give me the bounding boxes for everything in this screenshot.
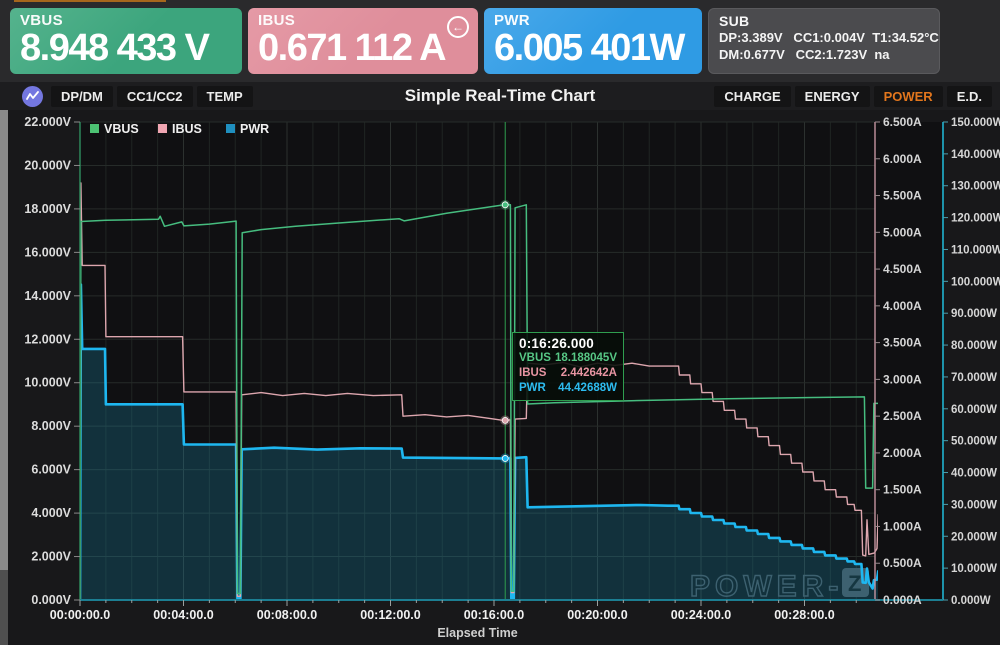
top-accent-line (14, 0, 166, 2)
x-axis-tick-label: 00:04:00.0 (153, 608, 214, 622)
x-axis-tick-label: 00:16:00.0 (464, 608, 525, 622)
w-axis-tick-label: 80.000W (951, 340, 997, 352)
cursor-marker-dot (502, 417, 508, 423)
tooltip-row-ibus: IBUS2.442642A (519, 366, 617, 381)
v-axis-tick-label: 0.000V (31, 593, 71, 607)
pwr-card-value: 6.005 401W (494, 29, 692, 69)
w-axis-tick-label: 130.000W (951, 181, 1000, 193)
w-axis-tick-label: 90.000W (951, 308, 997, 320)
ibus-card-label: IBUS (258, 12, 468, 29)
w-axis-tick-label: 100.000W (951, 276, 1000, 288)
v-axis-tick-label: 22.000V (24, 115, 71, 129)
a-axis-tick-label: 0.500A (883, 556, 922, 570)
cursor-marker-dot (502, 202, 508, 208)
chart-area[interactable]: POWER-Z0.000V2.000V4.000V6.000V8.000V10.… (0, 110, 1000, 645)
tooltip-row-vbus: VBUS18.188045V (519, 351, 617, 366)
a-axis-tick-label: 2.000A (883, 446, 922, 460)
tooltip-rows: VBUS18.188045VIBUS2.442642APWR44.42688W (519, 351, 617, 396)
x-axis-tick-label: 00:12:00.0 (360, 608, 421, 622)
a-axis-tick-label: 6.500A (883, 115, 922, 129)
a-axis-tick-label: 0.000A (883, 593, 922, 607)
a-axis-tick-label: 5.000A (883, 225, 922, 239)
v-axis-tick-label: 2.000V (31, 550, 71, 564)
w-axis-tick-label: 120.000W (951, 213, 1000, 225)
tab-energy[interactable]: ENERGY (795, 86, 870, 107)
w-axis-tick-label: 150.000W (951, 117, 1000, 129)
w-axis-tick-label: 140.000W (951, 149, 1000, 161)
tab-temp[interactable]: TEMP (197, 86, 253, 107)
legend-swatch-pwr (226, 124, 235, 133)
w-axis-tick-label: 70.000W (951, 372, 997, 384)
ibus-card: IBUS 0.671 112 A ← (248, 8, 478, 74)
a-axis-tick-label: 5.500A (883, 189, 922, 203)
chart-title: Simple Real-Time Chart (405, 86, 596, 106)
legend-label-pwr[interactable]: PWR (240, 122, 269, 136)
v-axis-tick-label: 6.000V (31, 463, 71, 477)
power-z-app-window: VBUS 8.948 433 V IBUS 0.671 112 A ← PWR … (0, 0, 1000, 645)
v-axis-tick-label: 16.000V (24, 245, 71, 259)
a-axis-tick-label: 4.000A (883, 299, 922, 313)
w-axis-tick-label: 0.000W (951, 595, 991, 607)
v-axis-tick-label: 8.000V (31, 419, 71, 433)
tab-dpdm[interactable]: DP/DM (51, 86, 113, 107)
a-axis-tick-label: 1.500A (883, 483, 922, 497)
a-axis-tick-label: 1.000A (883, 519, 922, 533)
w-axis-tick-label: 20.000W (951, 531, 997, 543)
a-axis-tick-label: 2.500A (883, 409, 922, 423)
chart-toolbar: DP/DMCC1/CC2TEMP Simple Real-Time Chart … (0, 82, 1000, 110)
tooltip-row-pwr: PWR44.42688W (519, 381, 617, 396)
v-axis-tick-label: 20.000V (24, 158, 71, 172)
sub-line-1: DP:3.389V CC1:0.004V T1:34.52°C (719, 29, 929, 46)
chart-app-icon[interactable] (22, 86, 43, 107)
a-axis-tick-label: 3.500A (883, 336, 922, 350)
w-axis-tick-label: 50.000W (951, 436, 997, 448)
legend-label-ibus[interactable]: IBUS (172, 122, 202, 136)
legend-swatch-vbus (90, 124, 99, 133)
a-axis-tick-label: 6.000A (883, 152, 922, 166)
x-axis-tick-label: 00:08:00.0 (257, 608, 318, 622)
tab-cc1cc2[interactable]: CC1/CC2 (117, 86, 193, 107)
pwr-card: PWR 6.005 401W (484, 8, 702, 74)
tab-charge[interactable]: CHARGE (714, 86, 790, 107)
x-axis-title: Elapsed Time (437, 626, 517, 640)
sub-line-2: DM:0.677V CC2:1.723V na (719, 46, 929, 63)
v-axis-tick-label: 14.000V (24, 289, 71, 303)
w-axis-tick-label: 110.000W (951, 244, 1000, 256)
a-axis-tick-label: 3.000A (883, 372, 922, 386)
legend-label-vbus[interactable]: VBUS (104, 122, 139, 136)
tab-power[interactable]: POWER (874, 86, 943, 107)
tab-ed[interactable]: E.D. (947, 86, 992, 107)
vbus-card: VBUS 8.948 433 V (10, 8, 242, 74)
sub-card-label: SUB (719, 13, 929, 29)
pwr-card-label: PWR (494, 12, 692, 29)
top-value-bar: VBUS 8.948 433 V IBUS 0.671 112 A ← PWR … (0, 0, 1000, 82)
vbus-card-label: VBUS (20, 12, 232, 29)
w-axis-tick-label: 40.000W (951, 468, 997, 480)
x-axis-tick-label: 00:20:00.0 (567, 608, 628, 622)
mini-chart-glyph (26, 90, 39, 103)
x-axis-tick-label: 00:28:00.0 (774, 608, 835, 622)
sub-card: SUB DP:3.389V CC1:0.004V T1:34.52°C DM:0… (708, 8, 940, 74)
back-arrow-icon[interactable]: ← (447, 16, 469, 38)
realtime-chart-plot[interactable]: POWER-Z0.000V2.000V4.000V6.000V8.000V10.… (0, 110, 1000, 645)
x-axis-tick-label: 00:24:00.0 (671, 608, 732, 622)
ibus-card-value: 0.671 112 A (258, 29, 468, 69)
toolbar-left-buttons: DP/DMCC1/CC2TEMP (51, 86, 253, 107)
v-axis-tick-label: 18.000V (24, 202, 71, 216)
tooltip-time: 0:16:26.000 (519, 336, 617, 351)
chart-tooltip: 0:16:26.000 VBUS18.188045VIBUS2.442642AP… (512, 332, 624, 401)
v-axis-tick-label: 4.000V (31, 506, 71, 520)
v-axis-tick-label: 12.000V (24, 332, 71, 346)
w-axis-tick-label: 60.000W (951, 404, 997, 416)
w-axis-tick-label: 30.000W (951, 499, 997, 511)
w-axis-tick-label: 10.000W (951, 563, 997, 575)
v-axis-tick-label: 10.000V (24, 376, 71, 390)
cursor-marker-dot (502, 455, 508, 461)
toolbar-right-buttons: CHARGEENERGYPOWERE.D. (714, 86, 992, 107)
a-axis-tick-label: 4.500A (883, 262, 922, 276)
x-axis-tick-label: 00:00:00.0 (50, 608, 111, 622)
legend-swatch-ibus (158, 124, 167, 133)
vbus-card-value: 8.948 433 V (20, 29, 232, 69)
